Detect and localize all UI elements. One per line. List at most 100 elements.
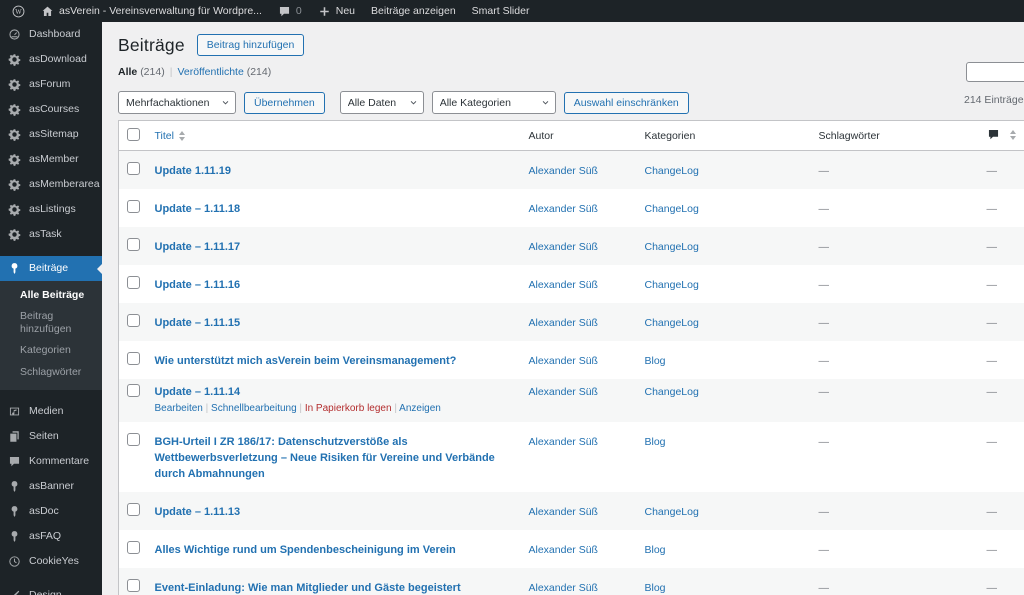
author-link[interactable]: Alexander Süß <box>529 317 598 329</box>
category-link[interactable]: ChangeLog <box>645 203 699 215</box>
category-link[interactable]: ChangeLog <box>645 386 699 398</box>
row-checkbox[interactable] <box>127 579 140 592</box>
author-link[interactable]: Alexander Süß <box>529 544 598 556</box>
site-name-link[interactable]: asVerein - Vereinsverwaltung für Wordpre… <box>33 0 270 22</box>
row-action-bearbeiten[interactable]: Bearbeiten <box>155 403 203 414</box>
title-header: Titel <box>154 130 174 142</box>
post-title-link[interactable]: Update – 1.11.15 <box>155 315 513 331</box>
sort-by-comments-link[interactable] <box>987 128 1016 141</box>
dates-select[interactable]: Alle Daten <box>339 91 424 114</box>
sidebar-item-asmemberarea[interactable]: asMemberarea <box>0 172 102 197</box>
category-link[interactable]: ChangeLog <box>645 165 699 177</box>
category-link[interactable]: ChangeLog <box>645 279 699 291</box>
author-link[interactable]: Alexander Süß <box>529 279 598 291</box>
admin-bar-comments[interactable]: 0 <box>270 0 310 22</box>
author-link[interactable]: Alexander Süß <box>529 203 598 215</box>
wordpress-menu-button[interactable]: W <box>4 0 33 22</box>
post-title-link[interactable]: Event-Einladung: Wie man Mitglieder und … <box>155 580 513 595</box>
apply-button[interactable]: Übernehmen <box>244 91 325 114</box>
post-title-link[interactable]: BGH-Urteil I ZR 186/17: Datenschutzverst… <box>155 434 513 482</box>
author-link[interactable]: Alexander Süß <box>529 436 598 448</box>
sidebar-item-dashboard[interactable]: Dashboard <box>0 22 102 47</box>
sidebar-item-ascourses[interactable]: asCourses <box>0 97 102 122</box>
view-link-ver-ffentlichte[interactable]: Veröffentlichte (214) <box>177 66 271 78</box>
row-action-in-papierkorb-legen[interactable]: In Papierkorb legen <box>305 403 392 414</box>
sidebar-item-asdownload[interactable]: asDownload <box>0 47 102 72</box>
pin-icon <box>8 505 21 518</box>
sidebar-item-label: CookieYes <box>29 554 79 567</box>
category-link[interactable]: ChangeLog <box>645 241 699 253</box>
plus-icon <box>318 5 331 18</box>
post-title-link[interactable]: Update – 1.11.16 <box>155 277 513 293</box>
sidebar-item-asfaq[interactable]: asFAQ <box>0 524 102 549</box>
tags-value: — <box>818 279 830 291</box>
sidebar-item-beitr-ge[interactable]: Beiträge <box>0 256 102 281</box>
post-title-link[interactable]: Alles Wichtige rund um Spendenbescheinig… <box>155 542 513 558</box>
submenu-item-schlagw-rter[interactable]: Schlagwörter <box>0 362 102 383</box>
category-link[interactable]: ChangeLog <box>645 506 699 518</box>
sidebar-item-astask[interactable]: asTask <box>0 222 102 247</box>
media-icon <box>8 405 21 418</box>
row-checkbox[interactable] <box>127 238 140 251</box>
row-checkbox[interactable] <box>127 352 140 365</box>
admin-bar-smart-slider[interactable]: Smart Slider <box>464 0 538 22</box>
author-header: Autor <box>520 120 637 151</box>
post-title-link[interactable]: Update 1.11.19 <box>155 163 513 179</box>
author-link[interactable]: Alexander Süß <box>529 165 598 177</box>
category-link[interactable]: Blog <box>645 355 666 367</box>
row-checkbox[interactable] <box>127 541 140 554</box>
row-action-schnellbearbeitung[interactable]: Schnellbearbeitung <box>211 403 297 414</box>
admin-bar-view-posts[interactable]: Beiträge anzeigen <box>363 0 464 22</box>
author-link[interactable]: Alexander Süß <box>529 582 598 594</box>
select-all-checkbox[interactable] <box>127 128 140 141</box>
bulk-actions-select[interactable]: Mehrfachaktionen <box>118 91 236 114</box>
add-post-button[interactable]: Beitrag hinzufügen <box>196 34 305 56</box>
sidebar-item-seiten[interactable]: Seiten <box>0 424 102 449</box>
row-checkbox[interactable] <box>127 276 140 289</box>
tags-value: — <box>818 544 830 556</box>
sidebar-item-asmember[interactable]: asMember <box>0 147 102 172</box>
submenu-item-beitrag-hinzuf-gen[interactable]: Beitrag hinzufügen <box>0 306 102 340</box>
post-title-link[interactable]: Wie unterstützt mich asVerein beim Verei… <box>155 353 513 369</box>
sort-by-title-link[interactable]: Titel <box>155 130 185 142</box>
filter-button[interactable]: Auswahl einschränken <box>563 91 689 114</box>
row-checkbox[interactable] <box>127 433 140 446</box>
sidebar-item-asdoc[interactable]: asDoc <box>0 499 102 524</box>
row-checkbox[interactable] <box>127 314 140 327</box>
post-title-link[interactable]: Update – 1.11.14 <box>155 384 513 400</box>
category-link[interactable]: Blog <box>645 436 666 448</box>
sidebar-item-assitemap[interactable]: asSitemap <box>0 122 102 147</box>
submenu-item-alle-beitr-ge[interactable]: Alle Beiträge <box>0 285 102 306</box>
sidebar-item-kommentare[interactable]: Kommentare <box>0 449 102 474</box>
tags-header: Schlagwörter <box>810 120 979 151</box>
categories-select[interactable]: Alle Kategorien <box>431 91 556 114</box>
category-link[interactable]: Blog <box>645 544 666 556</box>
filter-toolbar: Mehrfachaktionen Übernehmen Alle Daten A… <box>118 91 1024 114</box>
category-link[interactable]: Blog <box>645 582 666 594</box>
row-action-anzeigen[interactable]: Anzeigen <box>399 403 441 414</box>
submenu-item-kategorien[interactable]: Kategorien <box>0 340 102 361</box>
post-title-link[interactable]: Update – 1.11.17 <box>155 239 513 255</box>
sidebar-item-aslistings[interactable]: asListings <box>0 197 102 222</box>
sidebar-item-asbanner[interactable]: asBanner <box>0 474 102 499</box>
view-link-alle[interactable]: Alle (214) <box>118 66 165 78</box>
row-checkbox[interactable] <box>127 384 140 397</box>
sidebar-item-cookieyes[interactable]: CookieYes <box>0 549 102 574</box>
author-link[interactable]: Alexander Süß <box>529 355 598 367</box>
category-link[interactable]: ChangeLog <box>645 317 699 329</box>
author-link[interactable]: Alexander Süß <box>529 386 598 398</box>
row-checkbox[interactable] <box>127 503 140 516</box>
author-link[interactable]: Alexander Süß <box>529 241 598 253</box>
sidebar-item-design[interactable]: Design <box>0 583 102 595</box>
row-checkbox[interactable] <box>127 200 140 213</box>
sidebar-item-medien[interactable]: Medien <box>0 399 102 424</box>
gear-icon <box>8 203 21 216</box>
author-link[interactable]: Alexander Süß <box>529 506 598 518</box>
site-name-label: asVerein - Vereinsverwaltung für Wordpre… <box>59 5 262 17</box>
smart-slider-label: Smart Slider <box>471 5 530 17</box>
admin-bar-new[interactable]: Neu <box>310 0 363 22</box>
post-title-link[interactable]: Update – 1.11.18 <box>155 201 513 217</box>
row-checkbox[interactable] <box>127 162 140 175</box>
post-title-link[interactable]: Update – 1.11.13 <box>155 504 513 520</box>
sidebar-item-asforum[interactable]: asForum <box>0 72 102 97</box>
